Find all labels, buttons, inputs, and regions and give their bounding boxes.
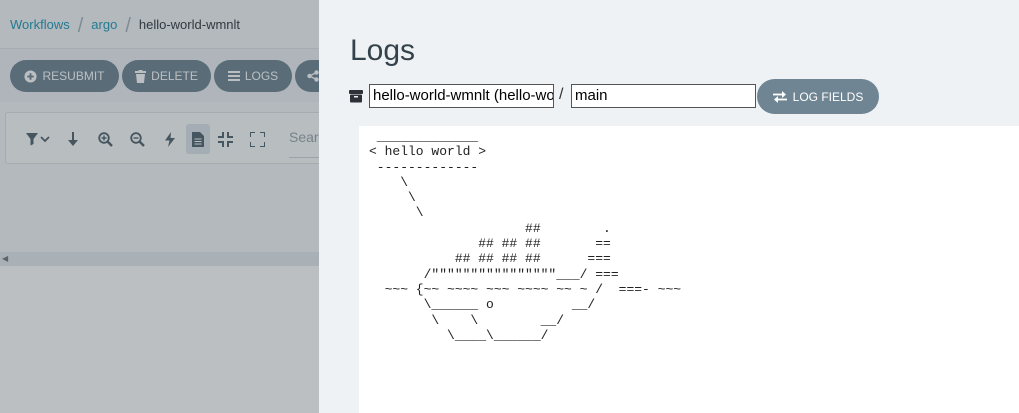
- selector-separator: /: [559, 86, 564, 103]
- log-fields-button[interactable]: LOG FIELDS: [757, 79, 879, 114]
- container-input[interactable]: main: [571, 84, 756, 108]
- exchange-icon: [772, 90, 787, 103]
- pod-selector[interactable]: hello-world-wmnlt (hello-world-wmnlt): [369, 84, 554, 108]
- log-output: _____________ < hello world > ----------…: [359, 126, 1019, 413]
- workflow-details-page: Workflows / argo / hello-world-wmnlt RESUBMI…: [0, 0, 319, 413]
- panel-title: Logs: [350, 34, 416, 67]
- box-icon: [349, 90, 363, 103]
- log-fields-label: LOG FIELDS: [792, 89, 864, 104]
- log-text: _____________ < hello world > ----------…: [369, 129, 682, 343]
- logs-panel: Logs hello-world-wmnlt (hello-world-wmnl…: [319, 0, 1019, 413]
- modal-overlay[interactable]: [0, 0, 319, 413]
- log-selector-row: hello-world-wmnlt (hello-world-wmnlt) / …: [349, 79, 1009, 114]
